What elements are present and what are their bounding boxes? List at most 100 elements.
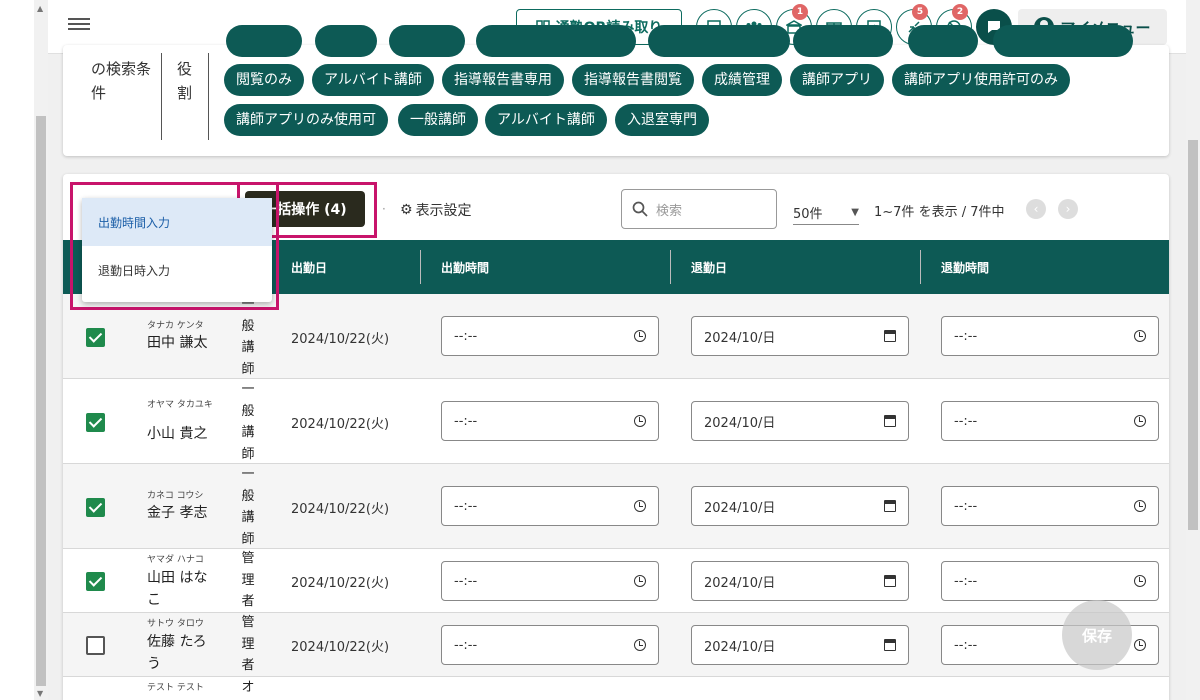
in-time-input[interactable]: --:--	[441, 401, 659, 441]
out-date-input[interactable]: 2024/10/日	[691, 625, 909, 665]
table-row: テスト テスト オ	[63, 677, 1169, 700]
time-value: --:--	[954, 573, 978, 589]
role-chip-hidden[interactable]	[389, 25, 465, 57]
out-date-input[interactable]: 2024/10/日	[691, 561, 909, 601]
header-out-time: 退勤時間	[941, 260, 990, 275]
name-kana: ヤマダ ハナコ	[147, 555, 204, 565]
role-chip[interactable]: アルバイト講師	[485, 104, 607, 136]
time-value: --:--	[954, 413, 978, 429]
clock-icon	[1134, 500, 1146, 512]
main-content: 通塾QR読み取り 1 5 2 マイメニュー	[48, 0, 1186, 700]
time-value: --:--	[954, 328, 978, 344]
in-time-input[interactable]: --:--	[441, 561, 659, 601]
search-input[interactable]: 検索	[621, 189, 777, 229]
time-value: --:--	[454, 637, 478, 653]
role-chip[interactable]: 指導報告書閲覧	[572, 64, 694, 96]
out-date-input[interactable]: 2024/10/日	[691, 401, 909, 441]
role-chip[interactable]: 指導報告書専用	[442, 64, 564, 96]
left-scrollbar[interactable]: ▲ ▼	[34, 0, 48, 700]
header-in-time: 出勤時間	[441, 260, 490, 275]
name-kana: テスト テスト	[147, 683, 204, 693]
role-chip[interactable]: アルバイト講師	[312, 64, 434, 96]
role-chip-hidden[interactable]	[793, 25, 893, 57]
display-settings-label: 表示設定	[415, 203, 472, 219]
clock-icon	[634, 639, 646, 651]
out-date-input[interactable]: 2024/10/日	[691, 316, 909, 356]
attendance-date: 2024/10/22(火)	[291, 332, 390, 347]
row-checkbox[interactable]	[86, 572, 105, 591]
role-chip[interactable]: 一般講師	[398, 104, 478, 136]
next-page-icon[interactable]: ›	[1058, 199, 1078, 219]
calendar-icon	[884, 330, 896, 342]
transfer-badge: 5	[912, 4, 928, 20]
calendar-icon	[884, 575, 896, 587]
scrollbar-thumb[interactable]	[36, 116, 46, 686]
right-scrollbar[interactable]	[1186, 0, 1200, 700]
row-checkbox[interactable]	[86, 413, 105, 432]
per-page-select[interactable]: 50件 ▼	[793, 201, 859, 225]
dropdown-arrow-icon: ▼	[851, 207, 859, 218]
role-chip[interactable]: 閲覧のみ	[224, 64, 304, 96]
table-row: カネコ コウシ 金子 孝志 一般講師 2024/10/22(火) --:-- 2…	[63, 464, 1169, 549]
out-time-input[interactable]: --:--	[941, 486, 1159, 526]
role-chip-hidden[interactable]	[226, 25, 302, 57]
staff-name: 金子 孝志	[147, 505, 208, 521]
scrollbar-thumb[interactable]	[1188, 140, 1198, 530]
row-checkbox[interactable]	[86, 328, 105, 347]
attendance-date: 2024/10/22(火)	[291, 640, 390, 655]
out-time-input[interactable]: --:--	[941, 561, 1159, 601]
save-button[interactable]: 保存	[1062, 600, 1132, 670]
conditions-label: の検索条件	[91, 60, 152, 102]
row-checkbox[interactable]	[86, 498, 105, 517]
gear-icon: ⚙	[400, 202, 413, 218]
role-chip-hidden[interactable]	[648, 25, 790, 57]
pagination-info: 1~7件 を表示 / 7件中	[874, 205, 1005, 220]
time-value: --:--	[454, 573, 478, 589]
in-time-input[interactable]: --:--	[441, 316, 659, 356]
hamburger-menu-icon[interactable]	[68, 15, 90, 37]
role-chip-hidden[interactable]	[993, 25, 1133, 57]
name-kana: サトウ タロウ	[147, 619, 204, 629]
date-value: 2024/10/日	[704, 415, 776, 431]
role-chip-hidden[interactable]	[908, 25, 978, 57]
role-chip-hidden[interactable]	[476, 25, 636, 57]
school-badge: 1	[792, 4, 808, 20]
time-value: --:--	[954, 498, 978, 514]
prev-page-icon[interactable]: ‹	[1026, 199, 1046, 219]
role-chip[interactable]: 講師アプリのみ使用可	[224, 104, 388, 136]
role-chip[interactable]: 講師アプリ使用許可のみ	[892, 64, 1070, 96]
divider	[208, 53, 209, 140]
calendar-icon	[884, 415, 896, 427]
role-chip-hidden[interactable]	[315, 25, 377, 57]
scroll-up-arrow-icon[interactable]: ▲	[37, 4, 43, 13]
staff-name: 田中 謙太	[147, 335, 208, 351]
menu-item-clock-in-time[interactable]: 出勤時間入力	[82, 198, 272, 246]
scroll-down-arrow-icon[interactable]: ▼	[37, 689, 43, 698]
search-conditions-card: の検索条件 役割 閲覧のみ アルバイト講師 指導報告書専用 指導報告書閲覧 成績…	[63, 25, 1169, 156]
header-out-date: 退勤日	[691, 260, 728, 275]
role-chip[interactable]: 成績管理	[702, 64, 782, 96]
clock-icon	[1134, 415, 1146, 427]
clock-icon	[1134, 330, 1146, 342]
menu-item-clock-out-datetime[interactable]: 退勤日時入力	[82, 246, 272, 294]
role-chip[interactable]: 講師アプリ	[790, 64, 884, 96]
clock-icon	[1134, 575, 1146, 587]
separator-dot: ·	[382, 202, 386, 216]
attendance-date: 2024/10/22(火)	[291, 576, 390, 591]
row-checkbox[interactable]	[86, 636, 105, 655]
in-time-input[interactable]: --:--	[441, 486, 659, 526]
out-time-input[interactable]: --:--	[941, 401, 1159, 441]
role-chip[interactable]: 入退室専門	[615, 104, 709, 136]
out-time-input[interactable]: --:--	[941, 316, 1159, 356]
attendance-date: 2024/10/22(火)	[291, 417, 390, 432]
time-value: --:--	[954, 637, 978, 653]
out-date-input[interactable]: 2024/10/日	[691, 486, 909, 526]
time-value: --:--	[454, 328, 478, 344]
display-settings-button[interactable]: ⚙ 表示設定	[400, 200, 472, 220]
left-blank-area	[0, 0, 34, 700]
staff-role: 管理者	[241, 615, 255, 673]
header-in-date: 出勤日	[291, 260, 328, 275]
in-time-input[interactable]: --:--	[441, 625, 659, 665]
time-value: --:--	[454, 498, 478, 514]
clock-icon	[1134, 639, 1146, 651]
